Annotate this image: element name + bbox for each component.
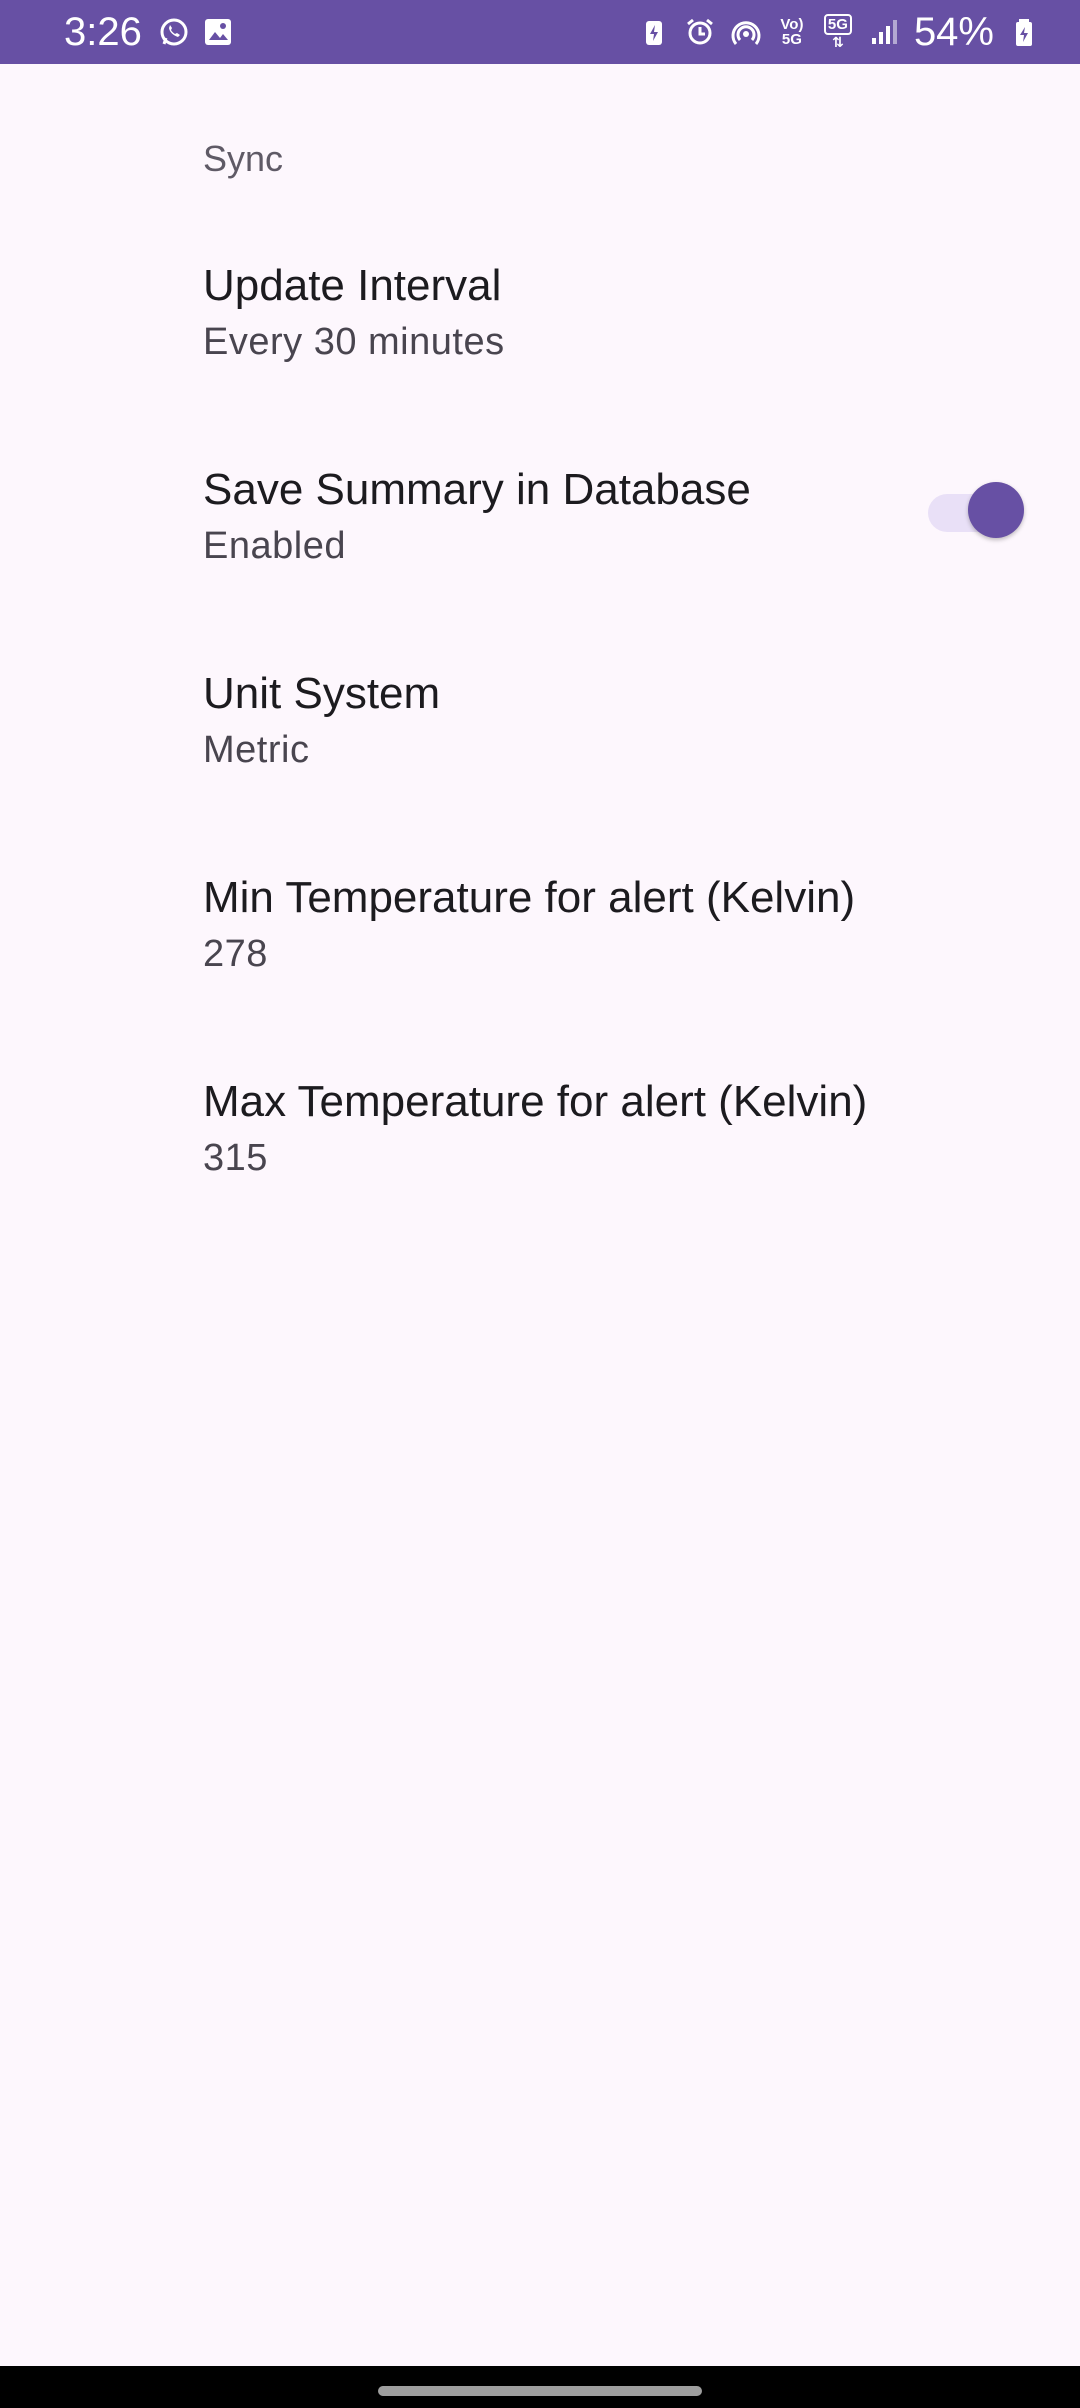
pref-summary: Enabled	[203, 525, 346, 567]
pref-summary: Every 30 minutes	[203, 321, 505, 363]
pref-title: Save Summary in Database	[203, 465, 751, 514]
pref-save-summary[interactable]: Save Summary in Database Enabled	[203, 462, 1043, 622]
volte-label: Vo)	[780, 16, 804, 33]
section-header-sync: Sync	[203, 138, 284, 179]
gallery-icon	[202, 14, 234, 50]
status-bar: 3:26 Vo) 5G 5G ⇅ 54%	[0, 0, 1080, 64]
whatsapp-icon	[158, 14, 190, 50]
pref-max-temperature[interactable]: Max Temperature for alert (Kelvin) 315	[203, 1074, 1043, 1234]
volte-network-label: 5G	[781, 31, 802, 48]
pref-summary: 315	[203, 1137, 268, 1179]
navigation-bar	[0, 2366, 1080, 2408]
battery-percent: 54%	[913, 10, 994, 54]
network-type-label: 5G	[823, 14, 852, 35]
toggle-thumb	[968, 482, 1024, 538]
volte-icon: Vo) 5G	[776, 14, 808, 50]
5g-icon: 5G ⇅	[822, 14, 854, 50]
hotspot-icon	[730, 14, 762, 50]
home-gesture-handle[interactable]	[378, 2386, 702, 2396]
alarm-icon	[684, 14, 716, 50]
battery-icon	[1008, 14, 1040, 50]
pref-summary: 278	[203, 933, 268, 975]
pref-update-interval[interactable]: Update Interval Every 30 minutes	[203, 258, 1043, 418]
signal-icon	[868, 14, 900, 50]
status-time: 3:26	[64, 10, 142, 54]
pref-title: Min Temperature for alert (Kelvin)	[203, 873, 856, 922]
pref-unit-system[interactable]: Unit System Metric	[203, 666, 1043, 826]
pref-min-temperature[interactable]: Min Temperature for alert (Kelvin) 278	[203, 870, 1043, 1030]
settings-screen: 3:26 Vo) 5G 5G ⇅ 54% Sync Update Interva…	[0, 0, 1080, 2408]
battery-saver-icon	[638, 14, 670, 50]
pref-title: Max Temperature for alert (Kelvin)	[203, 1077, 868, 1126]
pref-title: Unit System	[203, 669, 441, 718]
save-summary-toggle[interactable]	[928, 482, 1024, 542]
notification-icons	[158, 14, 234, 50]
system-icons: Vo) 5G 5G ⇅ 54%	[638, 8, 1040, 56]
pref-title: Update Interval	[203, 261, 502, 310]
pref-summary: Metric	[203, 729, 310, 771]
